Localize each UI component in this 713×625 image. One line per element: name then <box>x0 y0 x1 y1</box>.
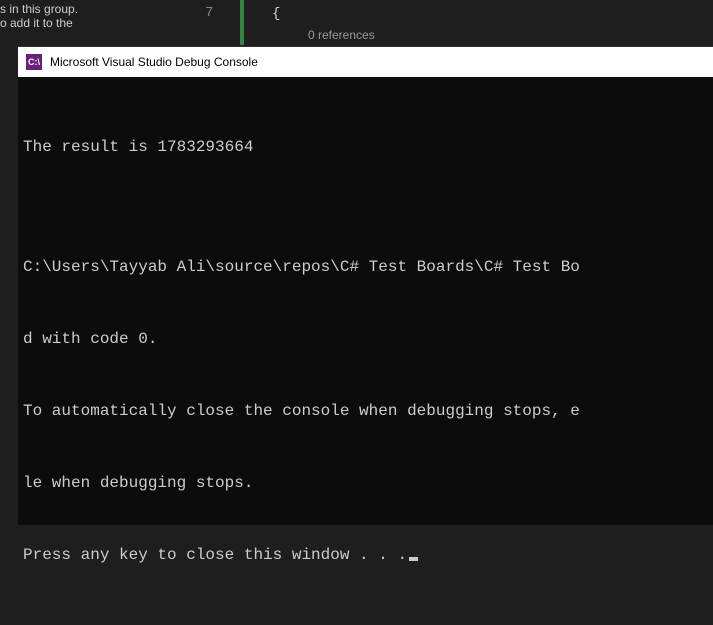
console-icon: C:\ <box>26 54 42 70</box>
code-brace: { <box>272 6 280 22</box>
change-indicator-bar <box>240 0 244 45</box>
console-line: C:\Users\Tayyab Ali\source\repos\C# Test… <box>23 255 708 279</box>
cursor <box>409 557 418 561</box>
console-line: To automatically close the console when … <box>23 399 708 423</box>
editor-text-line-1: s in this group. <box>0 2 78 16</box>
debug-console-window: C:\ Microsoft Visual Studio Debug Consol… <box>18 46 713 525</box>
console-line: le when debugging stops. <box>23 471 708 495</box>
editor-text-line-2: o add it to the <box>0 16 78 30</box>
console-line: Press any key to close this window . . . <box>23 543 708 567</box>
console-icon-text: C:\ <box>28 57 40 67</box>
console-prompt-text: Press any key to close this window . . . <box>23 546 407 564</box>
console-line: d with code 0. <box>23 327 708 351</box>
console-line: The result is 1783293664 <box>23 135 708 159</box>
line-number: 7 <box>205 5 213 21</box>
codelens-references[interactable]: 0 references <box>308 28 375 42</box>
window-title-bar[interactable]: C:\ Microsoft Visual Studio Debug Consol… <box>18 47 713 77</box>
console-output-area[interactable]: The result is 1783293664 C:\Users\Tayyab… <box>18 77 713 625</box>
window-title: Microsoft Visual Studio Debug Console <box>50 55 258 69</box>
editor-partial-text: s in this group. o add it to the <box>0 2 78 30</box>
